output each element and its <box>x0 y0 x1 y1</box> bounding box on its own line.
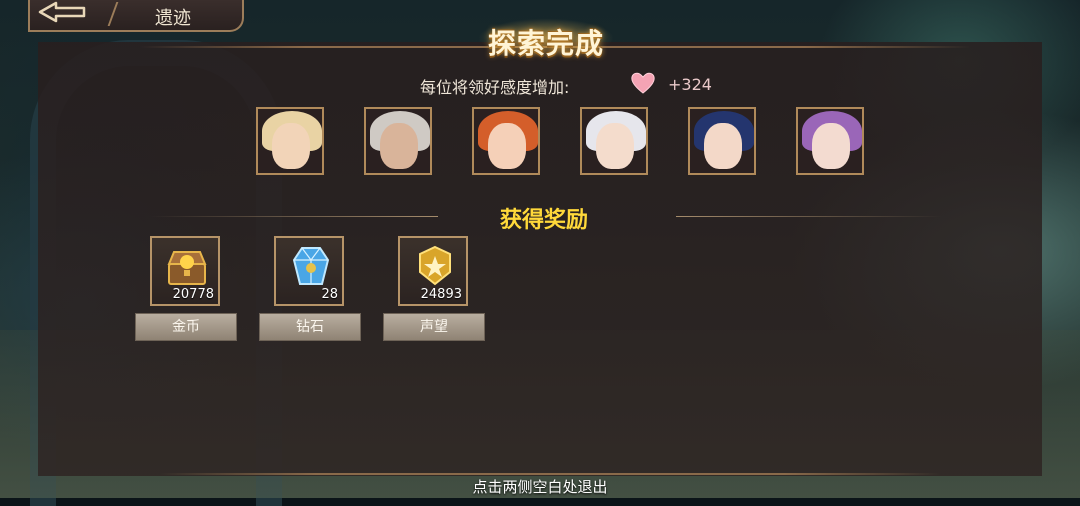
reward-label-gold: 金币 <box>135 313 237 341</box>
reward-count: 28 <box>321 287 338 302</box>
portrait-face <box>488 123 526 169</box>
treasure-chest-icon <box>167 251 207 285</box>
reward-divider-left <box>150 216 438 217</box>
reward-item-prestige[interactable]: 24893 <box>398 236 468 306</box>
heart-icon <box>631 72 655 94</box>
portrait-general-1[interactable] <box>256 107 324 175</box>
title-banner: 探索完成 <box>466 12 626 62</box>
reward-count: 24893 <box>420 287 462 302</box>
portrait-general-3[interactable] <box>472 107 540 175</box>
affinity-label: 每位将领好感度增加: <box>420 78 570 97</box>
portrait-general-4[interactable] <box>580 107 648 175</box>
exit-hint[interactable]: 点击两侧空白处退出 <box>0 476 1080 497</box>
portrait-face <box>596 123 634 169</box>
banner-title: 探索完成 <box>487 27 604 60</box>
crystal-icon <box>292 247 330 285</box>
reward-count: 20778 <box>172 287 214 302</box>
prestige-badge-icon <box>419 245 451 286</box>
back-button[interactable] <box>34 0 90 24</box>
portrait-face <box>812 123 850 169</box>
affinity-value: +324 <box>668 75 712 94</box>
portrait-face <box>272 123 310 169</box>
panel-bottom-divider <box>160 473 940 475</box>
reward-title: 获得奖励 <box>500 208 589 233</box>
reward-label-prestige: 声望 <box>383 313 485 341</box>
reward-label-diamond: 钻石 <box>259 313 361 341</box>
reward-item-gold[interactable]: 20778 <box>150 236 220 306</box>
page-title: 遗迹 <box>155 8 191 29</box>
portrait-face <box>380 123 418 169</box>
back-arrow-icon <box>38 1 86 23</box>
reward-divider-right <box>676 216 942 217</box>
portrait-general-2[interactable] <box>364 107 432 175</box>
portrait-general-5[interactable] <box>688 107 756 175</box>
reward-item-diamond[interactable]: 28 <box>274 236 344 306</box>
portrait-face <box>704 123 742 169</box>
portrait-general-6[interactable] <box>796 107 864 175</box>
